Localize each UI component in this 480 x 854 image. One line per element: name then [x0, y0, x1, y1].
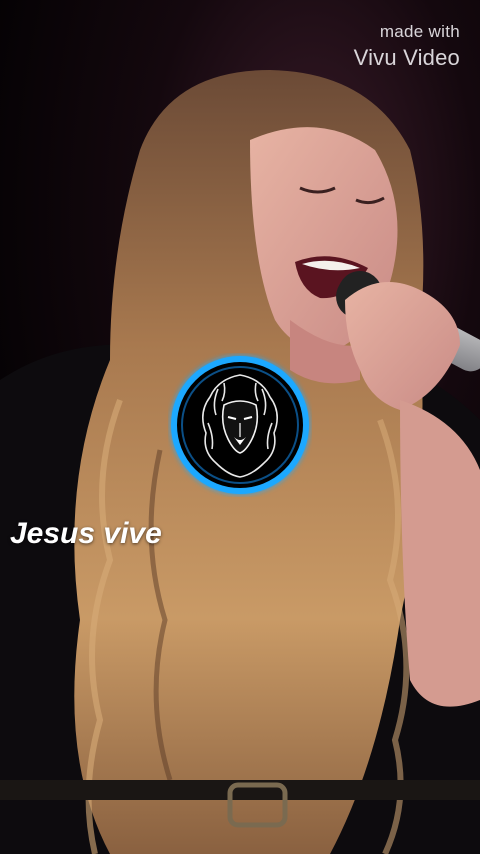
- watermark-line1: made with: [379, 22, 460, 41]
- watermark-brand: Vivu Video: [353, 45, 460, 70]
- caption-text: Jesus vive: [10, 517, 162, 550]
- video-frame: made with Vivu Video Jesus vive: [0, 0, 480, 854]
- watermark: made with Vivu Video: [354, 22, 460, 71]
- lion-head-icon: [171, 356, 309, 494]
